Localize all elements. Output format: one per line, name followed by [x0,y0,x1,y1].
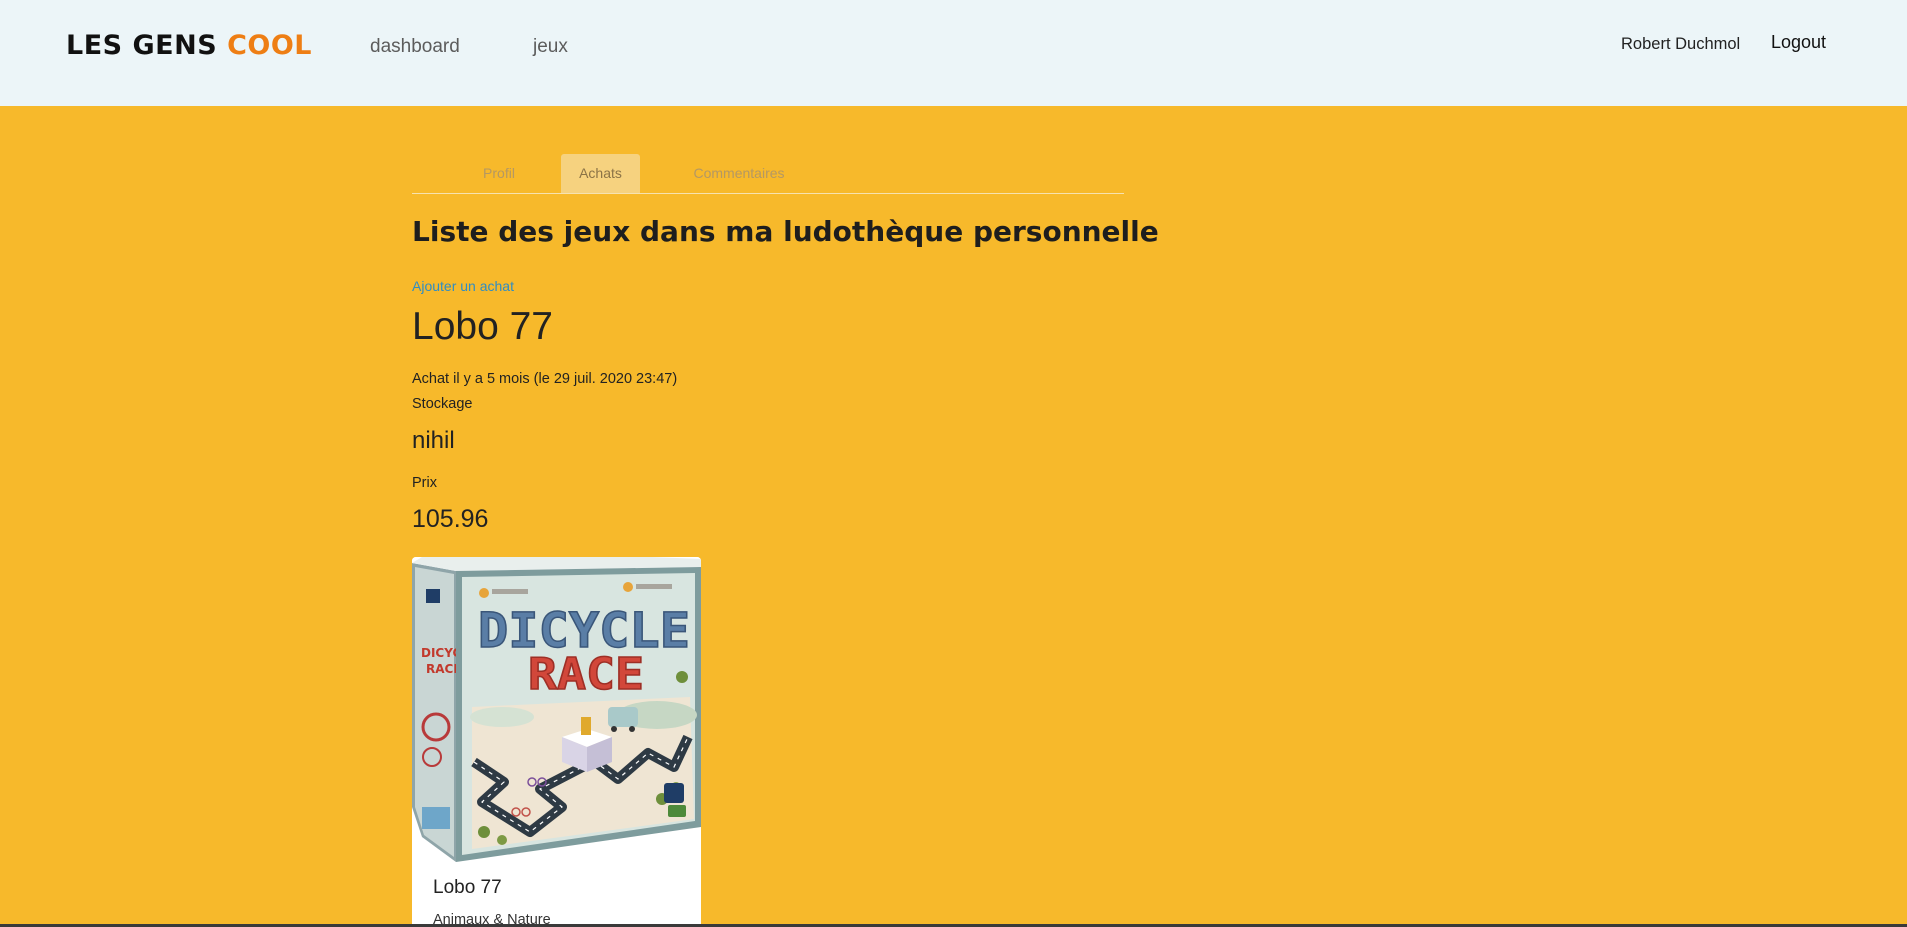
user-name[interactable]: Robert Duchmol [1621,35,1740,54]
add-purchase-link[interactable]: Ajouter un achat [412,278,514,294]
page-title: Liste des jeux dans ma ludothèque person… [412,215,1159,248]
game-card[interactable]: DICYCLE RACE DICYCLE RACE Lobo 77 Animau… [412,557,701,927]
logout-button[interactable]: Logout [1771,32,1826,53]
box-title-line2: RACE [528,649,644,700]
price-value: 105.96 [412,505,489,533]
game-box-image: DICYCLE RACE DICYCLE RACE [412,557,701,863]
brand-text: LES GENS [66,30,218,61]
brand-logo[interactable]: LES GENS COOL [66,30,312,61]
storage-value: nihil [412,427,455,454]
tab-achats[interactable]: Achats [561,154,640,193]
profile-tabs: Profil Achats Commentaires [412,154,1124,194]
nav-dashboard-link[interactable]: dashboard [370,36,460,58]
nav-jeux-link[interactable]: jeux [533,36,568,58]
storage-label: Stockage [412,396,473,412]
top-navbar: LES GENS COOL dashboard jeux Robert Duch… [0,0,1907,106]
purchase-game-title: Lobo 77 [412,305,553,348]
purchase-date: Achat il y a 5 mois (le 29 juil. 2020 23… [412,371,678,387]
tab-profil[interactable]: Profil [455,154,543,193]
price-label: Prix [412,475,437,491]
tab-commentaires[interactable]: Commentaires [664,154,814,193]
brand-accent-text: COOL [227,30,312,61]
card-title[interactable]: Lobo 77 [433,877,502,899]
